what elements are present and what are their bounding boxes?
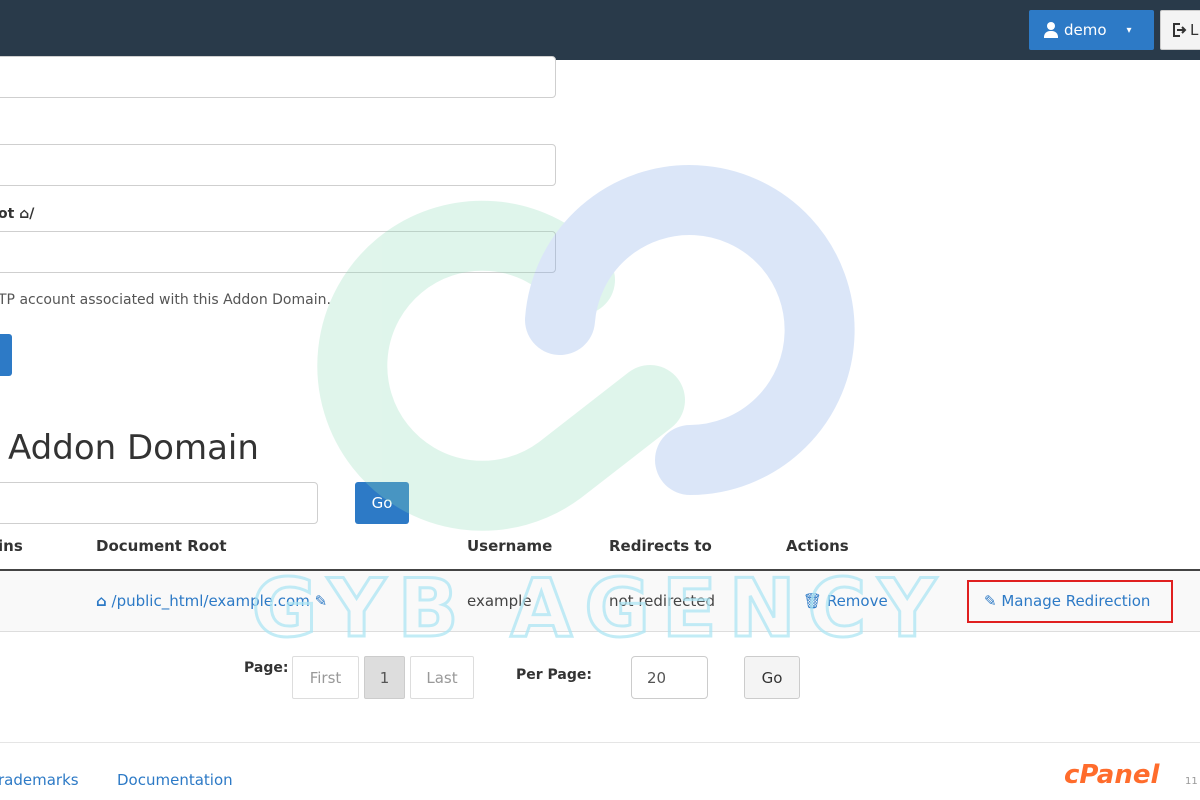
document-root-link[interactable]: ⌂ /public_html/example.com ✎: [96, 592, 327, 610]
ftp-help-text: TP account associated with this Addon Do…: [0, 292, 331, 308]
home-icon: ⌂: [96, 592, 107, 610]
footer-divider: [0, 742, 1200, 743]
redirects-to-cell: not redirected: [609, 592, 716, 610]
header-actions: Actions: [786, 537, 849, 555]
cpanel-logo: cPanel: [1064, 760, 1160, 790]
document-root-input[interactable]: [0, 231, 556, 273]
section-title: Addon Domain: [8, 428, 259, 468]
remove-link[interactable]: 🗑 Remove: [803, 592, 888, 610]
first-page-button[interactable]: First: [292, 656, 359, 699]
logout-label: L: [1190, 21, 1199, 39]
user-menu-label: demo: [1064, 21, 1107, 39]
username-cell: example: [467, 592, 532, 610]
remove-label: Remove: [826, 592, 888, 610]
document-root-label: ot ⌂/: [0, 206, 35, 222]
per-page-input[interactable]: 20: [631, 656, 708, 699]
pencil-icon[interactable]: ✎: [315, 592, 328, 610]
user-menu-button[interactable]: demo ▾: [1029, 10, 1154, 50]
page-label: Page:: [244, 660, 289, 676]
document-root-value: /public_html/example.com: [111, 592, 310, 610]
search-input[interactable]: [0, 482, 318, 524]
home-icon: ⌂: [19, 206, 30, 222]
logout-icon: [1173, 23, 1187, 37]
per-page-go-button[interactable]: Go: [744, 656, 800, 699]
chevron-down-icon: ▾: [1126, 24, 1132, 36]
trash-icon: 🗑: [803, 592, 823, 610]
search-go-button[interactable]: Go: [355, 482, 409, 524]
header-username[interactable]: Username: [467, 537, 552, 555]
top-navbar: demo ▾ L: [0, 0, 1200, 60]
header-domains[interactable]: ins: [0, 537, 23, 555]
subdomain-input[interactable]: [0, 56, 556, 98]
version-text: 11: [1185, 776, 1198, 787]
per-page-label: Per Page:: [516, 667, 592, 683]
trademarks-link[interactable]: rademarks: [0, 771, 79, 789]
documentation-link[interactable]: Documentation: [117, 771, 233, 789]
watermark-overlay: GYB AGENCY: [250, 165, 938, 657]
user-icon: [1043, 22, 1059, 38]
logout-button[interactable]: L: [1160, 10, 1200, 50]
header-document-root[interactable]: Document Root: [96, 537, 227, 555]
add-domain-button[interactable]: [0, 334, 12, 376]
highlight-annotation: [967, 580, 1173, 623]
domain-input[interactable]: [0, 144, 556, 186]
last-page-button[interactable]: Last: [410, 656, 474, 699]
header-redirects-to[interactable]: Redirects to: [609, 537, 712, 555]
current-page-button[interactable]: 1: [364, 656, 405, 699]
